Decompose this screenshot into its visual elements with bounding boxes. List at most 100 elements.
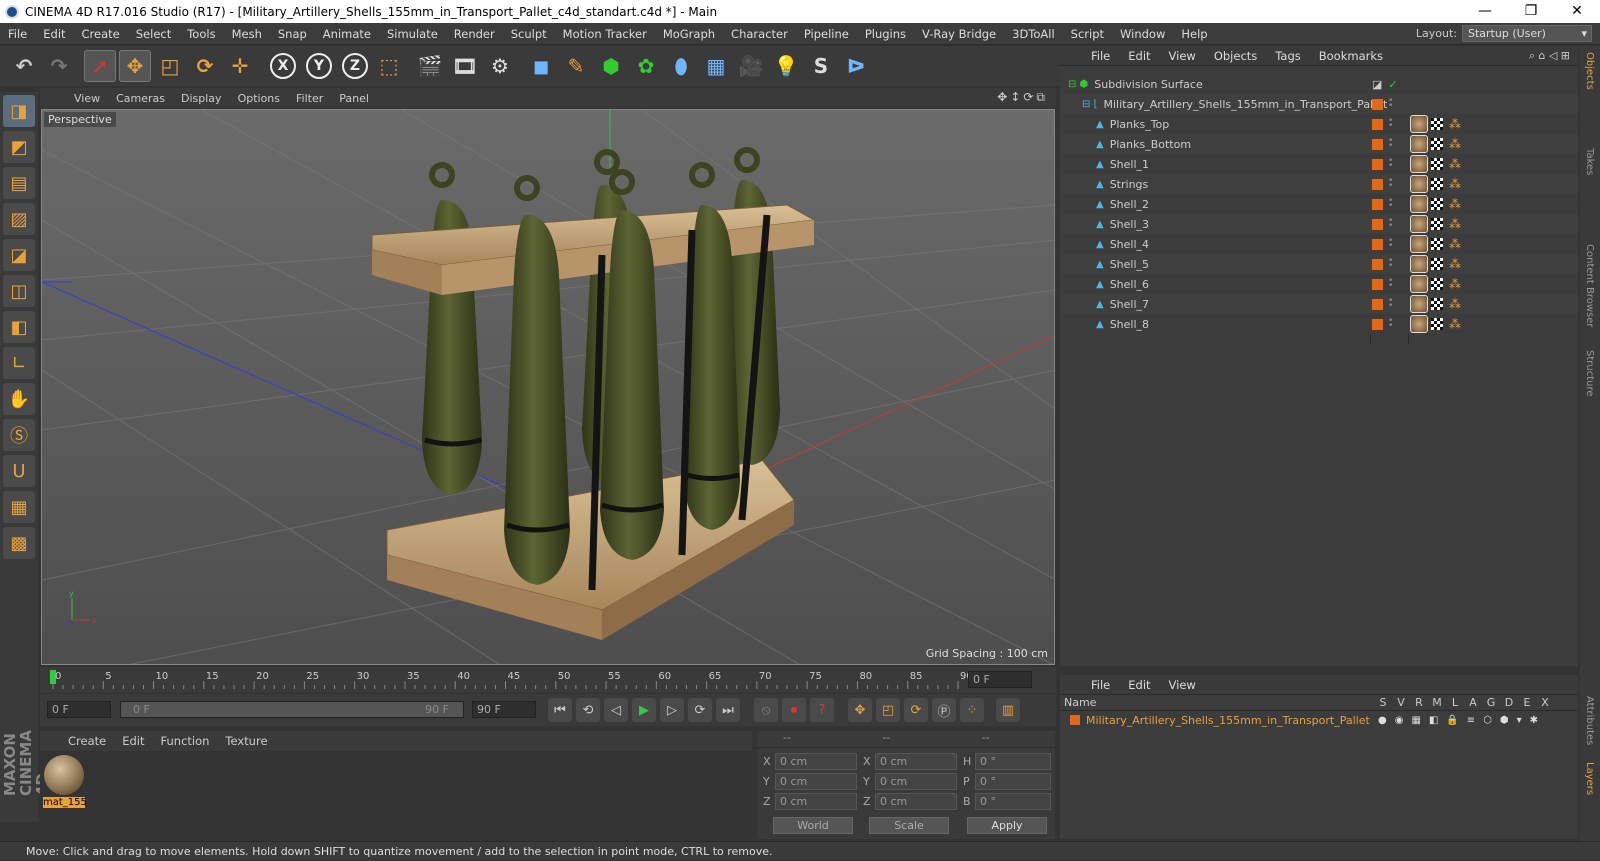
tab-content-browser[interactable]: Content Browser (1584, 244, 1595, 344)
layer-column-header[interactable]: V (1392, 696, 1410, 709)
object-row[interactable]: ⊟ ⬢ Subdivision Surface ◪ ✓ (1060, 74, 1578, 94)
next-key-icon[interactable]: ⟳ (688, 698, 712, 722)
keyframe-selection-icon[interactable]: ? (810, 698, 834, 722)
object-row[interactable]: ▲ Planks_Top • • ⁂ (1060, 114, 1578, 134)
material-tag-icon[interactable] (1410, 255, 1428, 273)
material-tag-icon[interactable] (1410, 115, 1428, 133)
z-axis-icon[interactable]: Z (342, 53, 368, 79)
layer-column-header[interactable]: A (1464, 696, 1482, 709)
layer-column-header[interactable]: G (1482, 696, 1500, 709)
play-icon[interactable]: ▶ (632, 698, 656, 722)
mat-menu-create[interactable]: Create (60, 734, 114, 748)
size-z-field[interactable]: 0 cm (875, 793, 957, 810)
visibility-dots-icon[interactable]: • • (1388, 137, 1393, 151)
workplane-icon[interactable]: ▨ (3, 203, 35, 235)
prev-key-icon[interactable]: ⟲ (576, 698, 600, 722)
mat-menu-function[interactable]: Function (153, 734, 218, 748)
uvw-tag-icon[interactable] (1431, 318, 1443, 330)
menu-tools[interactable]: Tools (179, 27, 223, 41)
end-frame-field[interactable]: 90 F (472, 701, 536, 718)
layer-color-icon[interactable] (1372, 278, 1383, 290)
layer-color-icon[interactable] (1372, 258, 1383, 270)
menu-motion-tracker[interactable]: Motion Tracker (555, 27, 655, 41)
object-row[interactable]: ▲ Planks_Bottom • • ⁂ (1060, 134, 1578, 154)
obj-menu-file[interactable]: File (1082, 49, 1119, 63)
render-view-icon[interactable]: 🎬 (414, 50, 446, 82)
menu-vray-bridge[interactable]: V-Ray Bridge (914, 27, 1004, 41)
prev-frame-icon[interactable]: ◁ (604, 698, 628, 722)
visibility-dots-icon[interactable]: • • (1388, 117, 1393, 131)
menu-sculpt[interactable]: Sculpt (503, 27, 555, 41)
viewport-menu-filter[interactable]: Filter (288, 92, 331, 105)
obj-menu-view[interactable]: View (1160, 49, 1205, 63)
light-icon[interactable]: 💡 (770, 50, 802, 82)
layer-column-header[interactable]: X (1536, 696, 1554, 709)
menu-pipeline[interactable]: Pipeline (796, 27, 857, 41)
snap-icon[interactable]: Ⓢ (3, 419, 35, 451)
texture-tag-icon[interactable]: ⁂ (1449, 157, 1461, 171)
transform-icon[interactable]: ✛ (224, 50, 256, 82)
floor-icon[interactable]: ▦ (700, 50, 732, 82)
material-tag-icon[interactable] (1410, 315, 1428, 333)
texture-tag-icon[interactable]: ⁂ (1449, 297, 1461, 311)
record-keys-icon[interactable]: ⦸ (754, 698, 778, 722)
object-row[interactable]: ⊟ ⌊ Military_Artillery_Shells_155mm_in_Tr… (1060, 94, 1578, 114)
maximize-button[interactable]: ❐ (1508, 0, 1554, 23)
world-dropdown[interactable]: World (773, 817, 853, 834)
rotation-p-field[interactable]: 0 ° (975, 773, 1051, 790)
material-tag-icon[interactable] (1410, 155, 1428, 173)
python-icon[interactable]: ᐅ (840, 50, 872, 82)
obj-menu-tags[interactable]: Tags (1266, 49, 1309, 63)
layer-color-icon[interactable] (1372, 158, 1383, 170)
texture-tag-icon[interactable]: ⁂ (1449, 197, 1461, 211)
camera-icon[interactable]: 🎥 (735, 50, 767, 82)
layer-column-header[interactable]: S (1374, 696, 1392, 709)
menu-help[interactable]: Help (1173, 27, 1215, 41)
polygons-mode-icon[interactable]: ◧ (3, 311, 35, 343)
viewport-menu-cameras[interactable]: Cameras (108, 92, 173, 105)
visibility-dots-icon[interactable]: • • (1388, 217, 1393, 231)
object-row[interactable]: ▲ Shell_1 • • ⁂ (1060, 154, 1578, 174)
key-param-icon[interactable]: Ⓟ (932, 698, 956, 722)
goto-end-icon[interactable]: ⏭ (716, 698, 740, 722)
coord-system-icon[interactable]: ⬚ (373, 50, 405, 82)
select-icon[interactable]: ➚ (84, 50, 116, 82)
layer-color-icon[interactable] (1372, 318, 1383, 330)
obj-manager-search-icon[interactable]: ⌕ ⌂ ◁ ⊞ (1529, 49, 1570, 63)
menu-snap[interactable]: Snap (270, 27, 315, 41)
goto-start-icon[interactable]: ⏮ (548, 698, 572, 722)
mat-menu-edit[interactable]: Edit (114, 734, 152, 748)
autokey-icon[interactable]: ⏺ (782, 698, 806, 722)
visibility-dots-icon[interactable]: • • (1388, 177, 1393, 191)
layer-color-icon[interactable] (1372, 198, 1383, 210)
layer-menu-edit[interactable]: Edit (1119, 678, 1159, 692)
layout-dropdown[interactable]: Startup (User) (1462, 25, 1592, 42)
edit-toggle-icon[interactable]: ◪ (1372, 78, 1382, 91)
size-x-field[interactable]: 0 cm (875, 753, 957, 770)
enabled-check-icon[interactable]: ✓ (1388, 78, 1397, 91)
viewport-menu-options[interactable]: Options (230, 92, 288, 105)
apply-button[interactable]: Apply (967, 817, 1047, 834)
magnet-icon[interactable]: U (3, 455, 35, 487)
layer-color-icon[interactable] (1372, 298, 1383, 310)
menu-character[interactable]: Character (723, 27, 796, 41)
texture-tag-icon[interactable]: ⁂ (1449, 317, 1461, 331)
current-frame-field[interactable]: 0 F (968, 671, 1032, 688)
obj-menu-bookmarks[interactable]: Bookmarks (1310, 49, 1392, 63)
layer-column-header[interactable]: E (1518, 696, 1536, 709)
uvw-tag-icon[interactable] (1431, 218, 1443, 230)
object-row[interactable]: ▲ Shell_7 • • ⁂ (1060, 294, 1578, 314)
tab-structure[interactable]: Structure (1584, 350, 1595, 440)
rotate-icon[interactable]: ⟳ (189, 50, 221, 82)
next-frame-icon[interactable]: ▷ (660, 698, 684, 722)
texture-tag-icon[interactable]: ⁂ (1449, 177, 1461, 191)
uvw-tag-icon[interactable] (1431, 258, 1443, 270)
redo-icon[interactable]: ↷ (43, 50, 75, 82)
material-tag-icon[interactable] (1410, 135, 1428, 153)
visibility-dots-icon[interactable]: • • (1388, 97, 1393, 111)
layer-toggle-icons[interactable]: ●◉▦◧🔒≡⬡⬢▾✱ (1378, 715, 1546, 726)
object-row[interactable]: ▲ Shell_6 • • ⁂ (1060, 274, 1578, 294)
material-tag-icon[interactable] (1410, 215, 1428, 233)
layer-color-icon[interactable] (1372, 98, 1383, 110)
visibility-dots-icon[interactable]: • • (1388, 257, 1393, 271)
